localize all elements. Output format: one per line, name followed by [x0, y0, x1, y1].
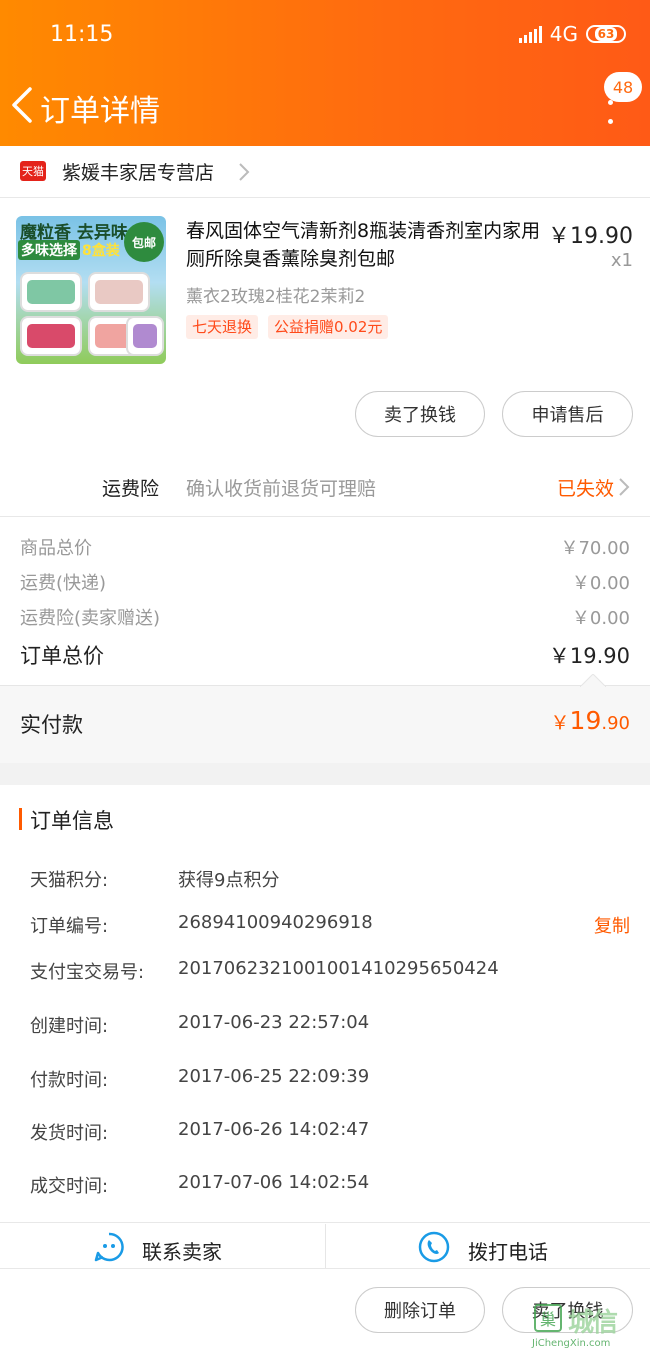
goods-total-label: 商品总价: [20, 538, 92, 559]
order-no-value: 2689410094029691​8: [178, 912, 373, 933]
insurance-status: 已失效: [556, 478, 614, 500]
caret-up-icon: [580, 674, 606, 687]
chevron-right-icon: [239, 163, 250, 181]
alipay-label: 支付宝交易号:: [30, 962, 145, 983]
phone-icon: [418, 1231, 450, 1263]
section-gap: [0, 763, 650, 785]
paid-label: 实付款: [20, 713, 83, 737]
shipping-label: 运费(快递): [20, 573, 107, 594]
chevron-right-icon: [619, 478, 630, 496]
contact-seller-button[interactable]: 联系卖家: [0, 1222, 325, 1268]
product-title[interactable]: 春风固体空气清新剂8瓶装清香剂室内家用厕所除臭香薰除臭剂包邮: [186, 217, 542, 273]
store-name: 紫媛丰家居专营店: [62, 162, 215, 184]
watermark-logo: 巢 城信 JiChengXin.com: [532, 1302, 646, 1350]
created-label: 创建时间:: [30, 1016, 109, 1037]
created-value: 2017-06-23 22:57:04: [178, 1012, 370, 1033]
product-image[interactable]: 魔粒香 去异味 多味选择 8盒装 包邮: [16, 216, 166, 364]
paid-time-label: 付款时间:: [30, 1070, 109, 1091]
return-tag: 七天退换: [186, 315, 259, 339]
paid-time-value: 2017-06-25 22:09:39: [178, 1066, 370, 1087]
order-info-title: 订单信息: [30, 809, 114, 833]
status-icons: 4G 63: [518, 22, 626, 46]
done-label: 成交时间:: [30, 1176, 109, 1197]
sell-button[interactable]: 卖了换钱: [355, 391, 485, 437]
delete-order-button[interactable]: 删除订单: [355, 1287, 485, 1333]
order-total-value: ￥19.90: [548, 644, 630, 668]
product-price: ￥19.90: [548, 224, 633, 249]
goods-total-value: ￥70.00: [560, 538, 630, 559]
page-title: 订单详情: [40, 94, 160, 129]
paid-amount: ￥19.90: [550, 706, 630, 735]
chat-face-icon: [94, 1232, 124, 1262]
divider: [0, 516, 650, 517]
points-label: 天猫积分:: [30, 870, 109, 891]
shipped-label: 发货时间:: [30, 1123, 109, 1144]
store-row[interactable]: 天猫 紫媛丰家居专营店: [0, 146, 650, 198]
after-sale-button[interactable]: 申请售后: [502, 391, 633, 437]
back-icon[interactable]: [10, 86, 34, 124]
alipay-value: 2017062321001001410295650424: [178, 958, 499, 979]
product-quantity: x1: [610, 250, 633, 271]
done-value: 2017-07-06 14:02:54: [178, 1172, 370, 1193]
order-total-label: 订单总价: [20, 644, 104, 668]
order-no-label: 订单编号:: [30, 916, 109, 937]
points-value: 获得9点积分: [178, 870, 280, 891]
app-header: 11:15 4G 63 订单详情 48: [0, 0, 650, 146]
divider: [0, 1268, 650, 1269]
status-time: 11:15: [50, 22, 114, 47]
divider: [0, 197, 650, 198]
tmall-logo-icon: 天猫: [20, 161, 46, 181]
product-sku: 薰衣2玫瑰2桂花2茉莉2: [186, 287, 366, 307]
insurance-desc: 确认收货前退货可理赔: [186, 478, 377, 500]
shipped-value: 2017-06-26 14:02:47: [178, 1119, 370, 1140]
call-phone-button[interactable]: 拨打电话: [326, 1222, 650, 1268]
network-label: 4G: [549, 22, 578, 46]
charity-tag: 公益捐赠0.02元: [268, 315, 389, 339]
insurance-fee-value: ￥0.00: [571, 608, 630, 629]
insurance-label: 运费险: [102, 478, 160, 500]
insurance-fee-label: 运费险(卖家赠送): [20, 608, 161, 629]
section-accent: [19, 808, 22, 830]
copy-button[interactable]: 复制: [594, 912, 630, 938]
battery-icon: 63: [586, 25, 626, 43]
more-icon[interactable]: [606, 100, 614, 124]
message-badge[interactable]: 48: [604, 72, 642, 102]
signal-icon: [518, 25, 542, 43]
shipping-value: ￥0.00: [571, 573, 630, 594]
